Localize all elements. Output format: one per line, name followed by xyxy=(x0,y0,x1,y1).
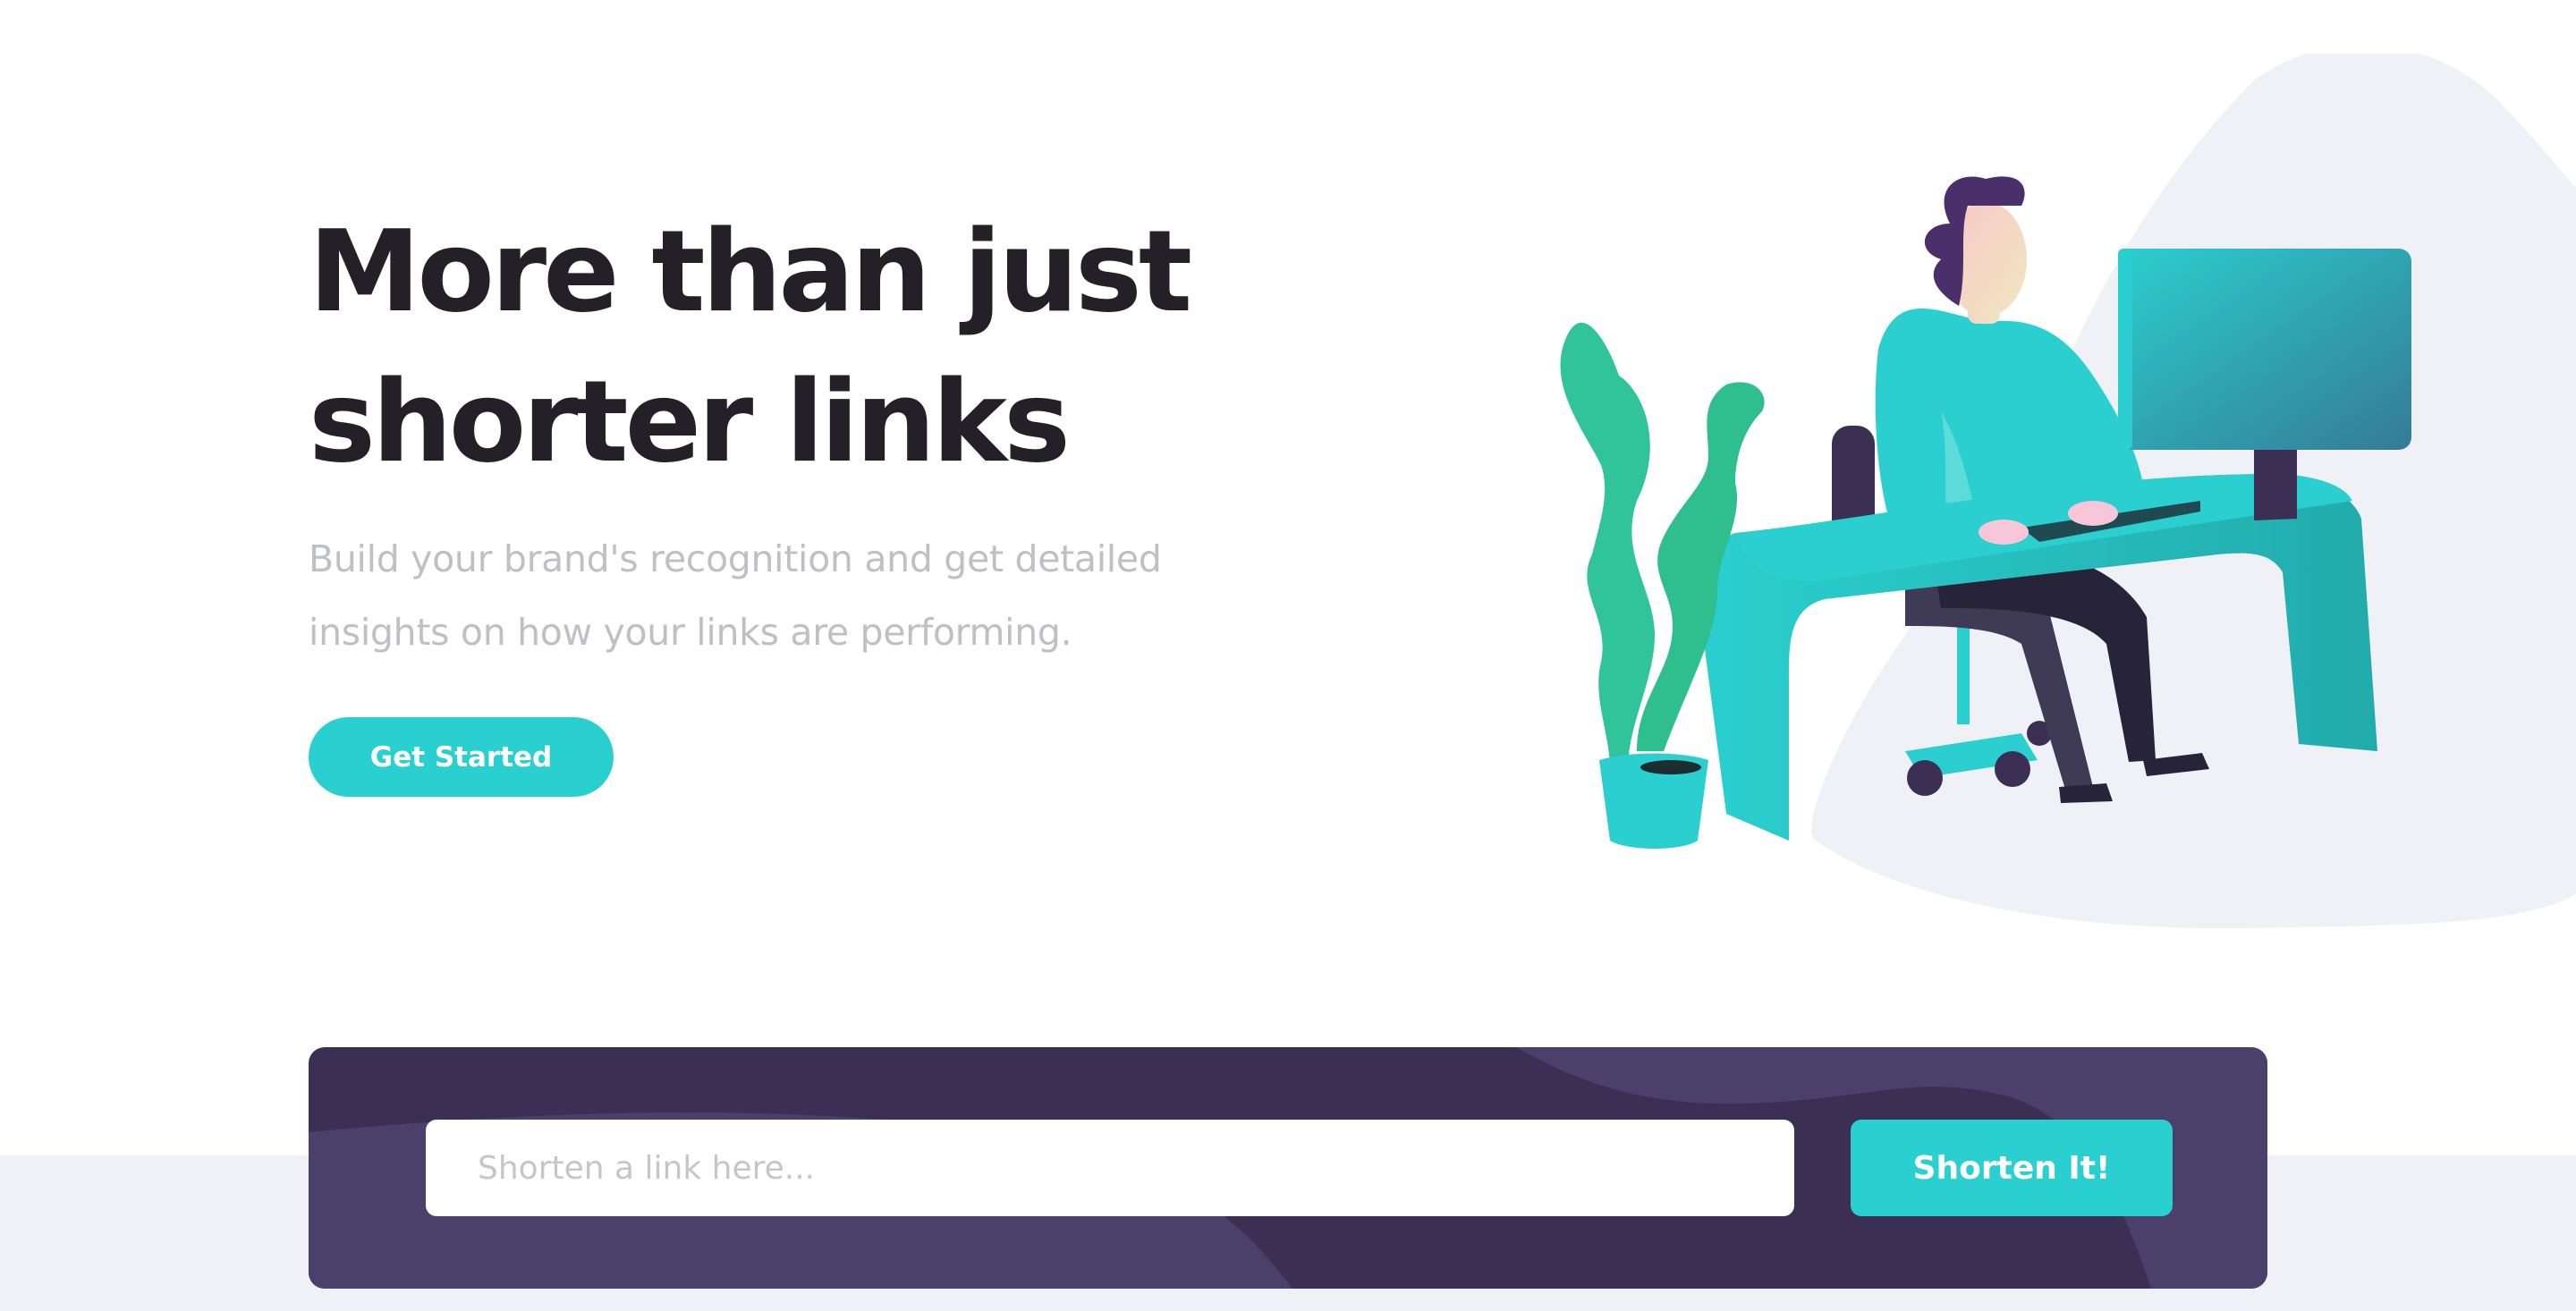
hero-title: More than just shorter links xyxy=(309,197,1292,497)
hero-title-line-2: shorter links xyxy=(309,356,1071,487)
person-working-illustration xyxy=(1560,54,2576,929)
get-started-button[interactable]: Get Started xyxy=(309,717,614,797)
hero-subtitle-line-2: insights on how your links are performin… xyxy=(309,611,1072,654)
hero-title-line-1: More than just xyxy=(309,206,1192,337)
shorten-it-button[interactable]: Shorten It! xyxy=(1851,1120,2173,1216)
hero-section: More than just shorter links Build your … xyxy=(309,197,1292,669)
shorten-link-input[interactable] xyxy=(426,1120,1794,1216)
hero-subtitle-line-1: Build your brand's recognition and get d… xyxy=(309,537,1162,580)
shorten-form-panel: Shorten It! xyxy=(309,1047,2267,1289)
hero-subtitle: Build your brand's recognition and get d… xyxy=(309,522,1230,669)
